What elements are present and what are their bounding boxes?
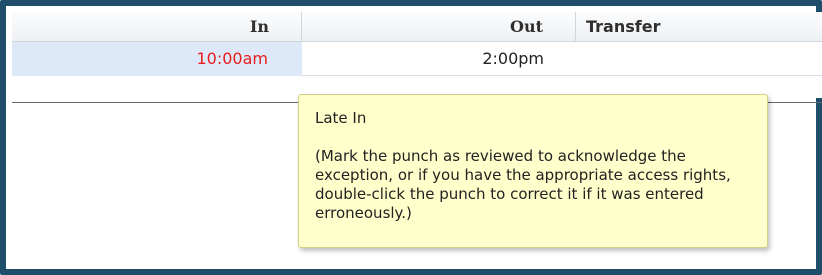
exception-tooltip: Late In (Mark the punch as reviewed to a…	[298, 94, 768, 248]
punch-in-cell[interactable]: 10:00am	[12, 42, 302, 76]
grid-header: In Out Transfer	[12, 12, 822, 42]
tooltip-body: (Mark the punch as reviewed to acknowled…	[315, 147, 731, 222]
table-row[interactable]: 10:00am 2:00pm	[12, 42, 822, 76]
punch-out-cell[interactable]: 2:00pm	[302, 42, 576, 76]
tooltip-title: Late In	[315, 109, 367, 127]
column-header-out[interactable]: Out	[302, 12, 576, 42]
column-header-transfer[interactable]: Transfer	[576, 12, 822, 42]
column-header-in[interactable]: In	[12, 12, 302, 42]
transfer-cell[interactable]	[576, 42, 822, 76]
timecard-grid: In Out Transfer 10:00am 2:00pm	[12, 12, 822, 98]
